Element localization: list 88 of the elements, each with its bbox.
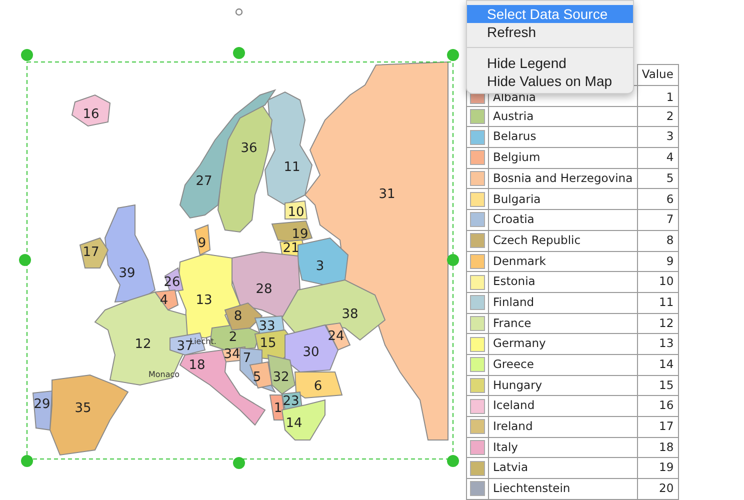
value-label: 21 xyxy=(282,241,300,256)
value-label: 11 xyxy=(284,160,300,175)
value-label: 9 xyxy=(198,236,206,251)
country-name-cell: Belgium xyxy=(488,148,638,168)
country-name-cell: Denmark xyxy=(488,251,638,272)
value-label: 12 xyxy=(134,337,152,352)
value-label: 34 xyxy=(224,347,240,362)
country-name-cell: Bulgaria xyxy=(488,188,638,210)
resize-handle[interactable] xyxy=(447,455,459,467)
value-label: 10 xyxy=(288,205,304,220)
resize-handle[interactable] xyxy=(21,49,33,61)
value-label: 5 xyxy=(252,370,262,385)
value-label: 18 xyxy=(188,358,206,373)
value-label: 17 xyxy=(82,245,100,260)
country-name-cell: Germany xyxy=(488,334,638,354)
value-cell: 11 xyxy=(637,292,678,314)
resize-handle[interactable] xyxy=(233,457,245,469)
value-label: 15 xyxy=(260,336,276,351)
value-cell: 13 xyxy=(637,334,678,354)
value-label: 39 xyxy=(118,266,136,281)
country-name-cell: France xyxy=(488,313,638,334)
value-label: 13 xyxy=(196,293,212,308)
value-label: 6 xyxy=(314,379,322,394)
country-name-cell: Hungary xyxy=(488,375,638,396)
value-cell: 3 xyxy=(637,126,678,148)
menu-item[interactable]: Hide Legend xyxy=(467,54,633,72)
value-cell: 5 xyxy=(637,168,678,189)
country-name-cell: Latvia xyxy=(488,458,638,479)
country-name-cell: Austria xyxy=(488,106,638,127)
country-name-cell: Estonia xyxy=(488,272,638,292)
value-cell: 12 xyxy=(637,313,678,334)
value-cell: 2 xyxy=(637,106,678,127)
value-label: 38 xyxy=(342,307,358,322)
value-label: 1 xyxy=(274,401,282,416)
resize-handle[interactable] xyxy=(447,49,459,61)
country-name-cell: Ireland xyxy=(488,416,638,438)
menu-item[interactable]: Refresh xyxy=(467,23,633,41)
value-label: 29 xyxy=(34,397,50,412)
country-name-cell: Czech Republic xyxy=(488,230,638,251)
value-cell: 7 xyxy=(637,210,678,230)
resize-handle[interactable] xyxy=(19,254,31,266)
country-name-cell: Liechtenstein xyxy=(488,478,638,500)
resize-handle[interactable] xyxy=(447,254,459,266)
rotate-handle-icon[interactable] xyxy=(235,8,243,16)
value-label: 23 xyxy=(282,394,300,409)
value-label: 33 xyxy=(258,319,276,334)
value-label: 16 xyxy=(82,107,100,122)
value-cell: 15 xyxy=(637,375,678,396)
value-cell: 18 xyxy=(637,437,678,458)
country-name-cell: Greece xyxy=(488,354,638,376)
column-header: Value xyxy=(637,64,678,86)
value-cell: 4 xyxy=(637,148,678,168)
value-label: 26 xyxy=(164,275,180,290)
value-label: 3 xyxy=(316,259,324,274)
resize-handle[interactable] xyxy=(21,455,33,467)
value-label: 8 xyxy=(234,309,242,324)
value-cell: 1 xyxy=(637,86,678,106)
value-label: 35 xyxy=(74,401,92,416)
country-name-cell: Italy xyxy=(488,437,638,458)
value-cell: 10 xyxy=(637,272,678,292)
value-label: 14 xyxy=(286,416,302,431)
value-cell: 19 xyxy=(637,458,678,479)
value-cell: 16 xyxy=(637,396,678,416)
value-cell: 6 xyxy=(637,188,678,210)
value-label: 24 xyxy=(328,329,344,344)
place-label: Liecht. xyxy=(190,337,216,346)
country-name-cell: Iceland xyxy=(488,396,638,416)
value-cell: 14 xyxy=(637,354,678,376)
country-name-cell: Bosnia and Herzegovina xyxy=(488,168,638,189)
value-cell: 20 xyxy=(637,478,678,500)
place-label: Monaco xyxy=(148,370,180,379)
value-cell: 8 xyxy=(637,230,678,251)
value-label: 27 xyxy=(196,174,212,189)
value-label: 32 xyxy=(272,370,290,385)
value-label: 7 xyxy=(242,351,252,366)
value-label: 30 xyxy=(302,345,320,360)
country-name-cell: Croatia xyxy=(488,210,638,230)
value-cell: 17 xyxy=(637,416,678,438)
value-label: 19 xyxy=(292,227,308,242)
resize-handle[interactable] xyxy=(233,47,245,59)
value-cell: 9 xyxy=(637,251,678,272)
country-name-cell: Finland xyxy=(488,292,638,314)
value-label: 36 xyxy=(240,141,258,156)
value-label: 4 xyxy=(160,293,168,308)
value-label: 31 xyxy=(378,187,396,202)
value-label: 28 xyxy=(256,282,272,297)
country-name-cell: Belarus xyxy=(488,126,638,148)
value-label: 2 xyxy=(228,330,238,345)
